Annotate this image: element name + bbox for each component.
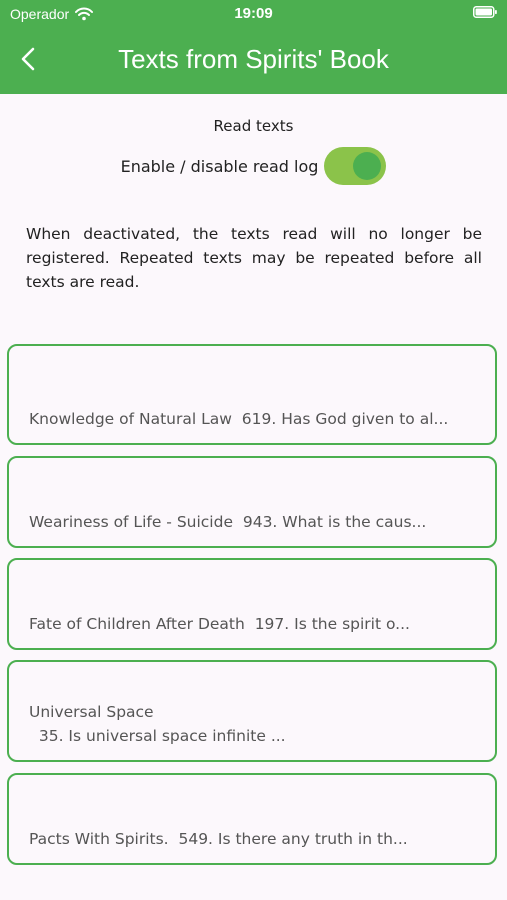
text-card-label: Knowledge of Natural Law 619. Has God gi…: [29, 410, 449, 428]
text-card[interactable]: Pacts With Spirits. 549. Is there any tr…: [7, 773, 497, 865]
status-bar: Operador 19:09: [0, 0, 507, 28]
toggle-knob: [353, 152, 382, 180]
app-bar: Operador 19:09 Texts from Spirits' Book: [0, 0, 507, 94]
text-card-label: Universal Space 35. Is universal space i…: [29, 703, 286, 745]
text-card-label: Pacts With Spirits. 549. Is there any tr…: [29, 830, 408, 848]
read-log-toggle-label: Enable / disable read log: [120, 156, 319, 176]
read-log-toggle[interactable]: [324, 147, 387, 185]
status-time: 19:09: [234, 5, 273, 22]
back-arrow-icon[interactable]: [16, 46, 42, 72]
read-log-description: When deactivated, the texts read will no…: [26, 225, 482, 291]
text-card-label: Fate of Children After Death 197. Is the…: [29, 615, 410, 633]
text-card[interactable]: Weariness of Life - Suicide 943. What is…: [7, 456, 497, 548]
text-card[interactable]: Knowledge of Natural Law 619. Has God gi…: [7, 344, 497, 445]
text-card[interactable]: Universal Space 35. Is universal space i…: [7, 660, 497, 762]
read-texts-label: Read texts: [213, 117, 294, 135]
read-log-setting: Enable / disable read log: [0, 147, 507, 185]
text-card[interactable]: Fate of Children After Death 197. Is the…: [7, 558, 497, 650]
page-title: Texts from Spirits' Book: [118, 44, 389, 74]
text-card-label: Weariness of Life - Suicide 943. What is…: [29, 513, 427, 531]
battery-icon: [473, 6, 497, 18]
